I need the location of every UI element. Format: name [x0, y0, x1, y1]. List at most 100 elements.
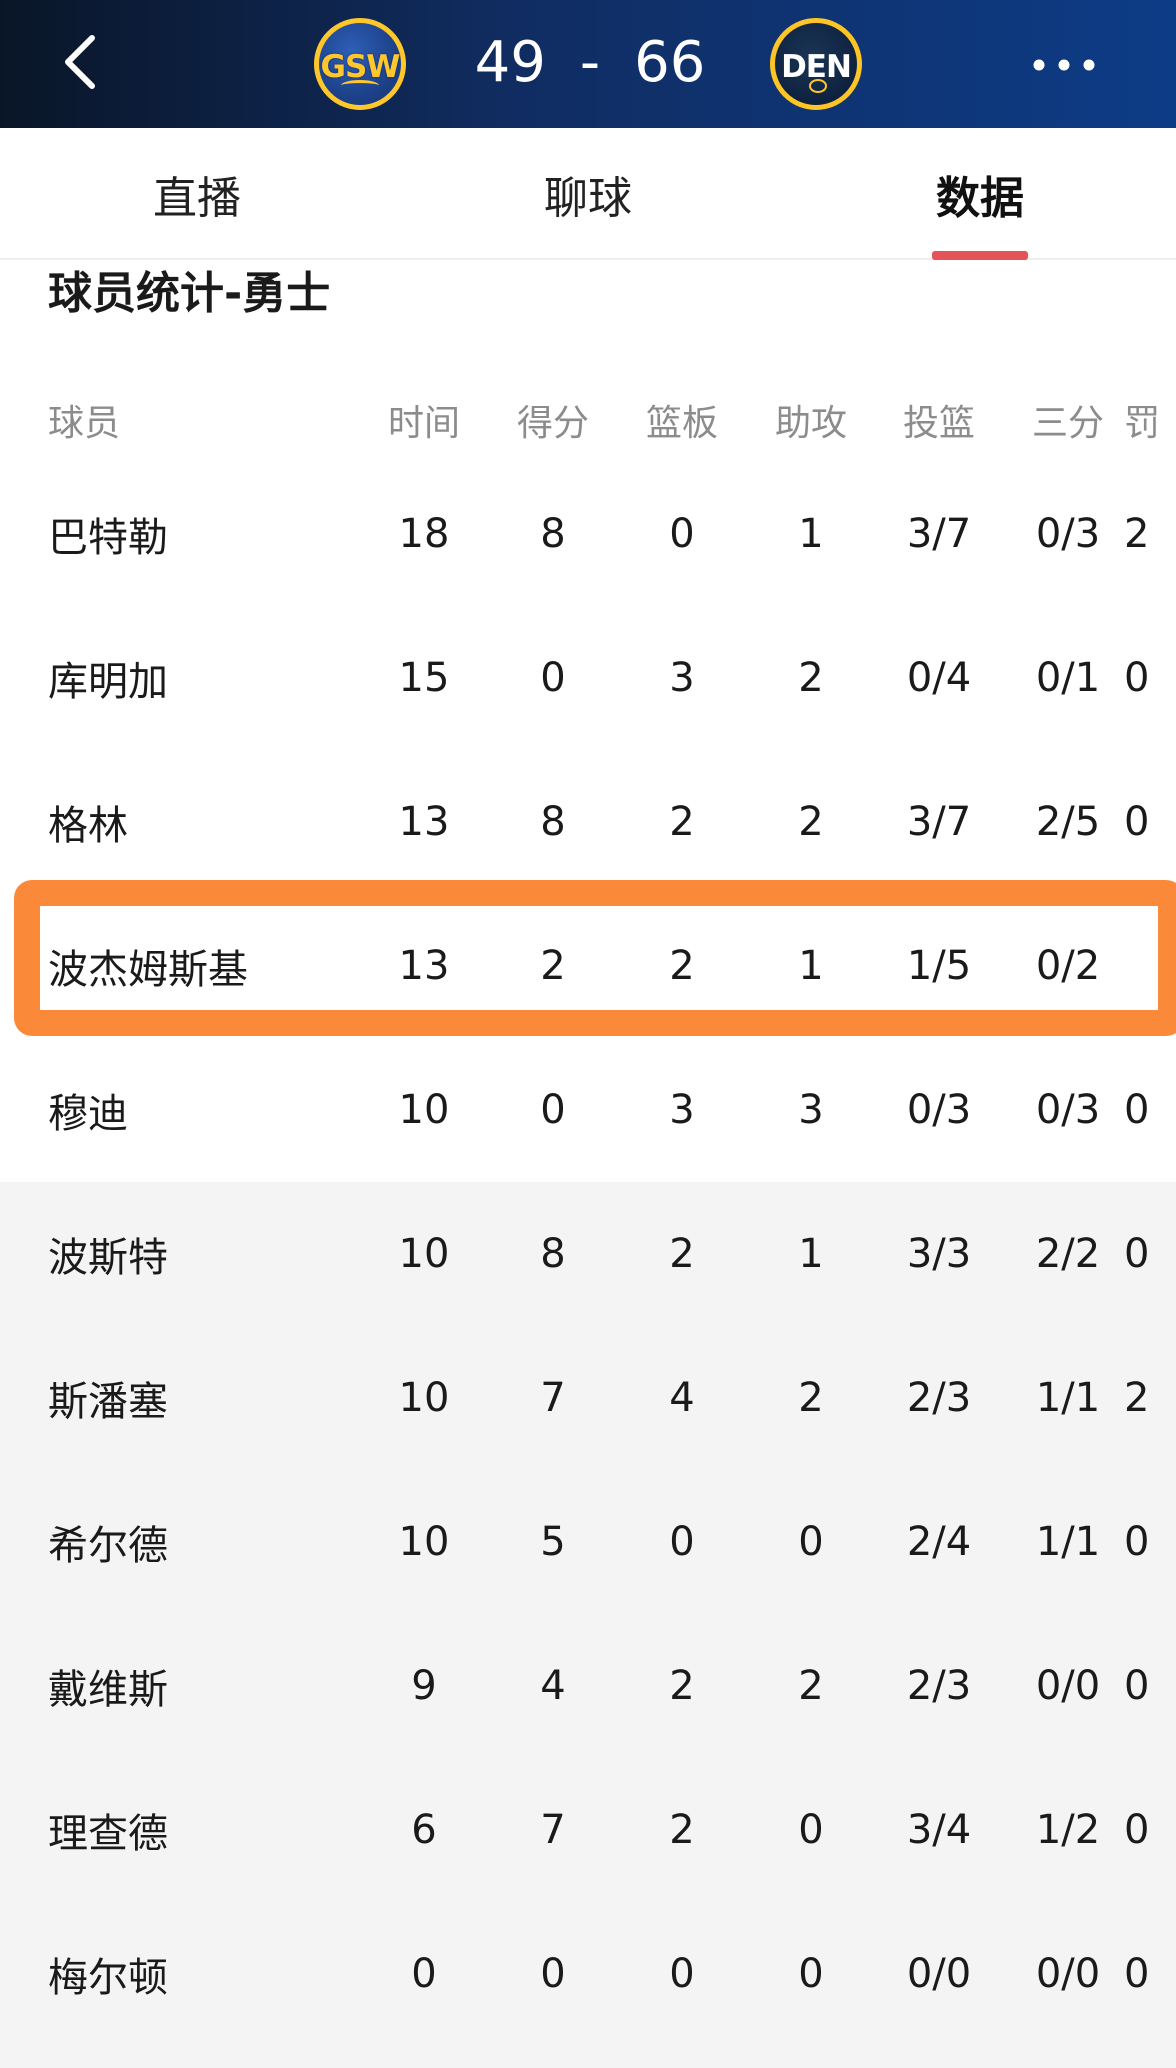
stat-minutes: 0	[411, 1951, 437, 1997]
player-name[interactable]: 穆迪	[48, 1038, 348, 1182]
stat-points: 0	[540, 1951, 566, 1997]
stat-assists: 2	[798, 655, 824, 701]
stat-field-goals: 2/3	[906, 1663, 972, 1709]
player-name[interactable]: 波杰姆斯基	[48, 894, 348, 1038]
stat-assists: 2	[798, 1663, 824, 1709]
player-name[interactable]: 梅尔顿	[48, 1902, 348, 2046]
app-screen: GSW 49 - 66 DEN 直播 聊球 数据 球员统计-勇士 球员 时间 得…	[0, 0, 1176, 2068]
player-name[interactable]: 斯潘塞	[48, 1326, 348, 1470]
stat-minutes: 10	[398, 1519, 450, 1565]
tab-bar: 直播 聊球 数据	[0, 128, 1176, 260]
stat-rebounds: 0	[669, 511, 695, 557]
stat-free-throws: 0	[1124, 1519, 1150, 1565]
stat-minutes: 10	[398, 1087, 450, 1133]
column-header-points[interactable]: 得分	[493, 384, 613, 456]
tab-live[interactable]: 直播	[97, 128, 297, 260]
stat-assists: 2	[798, 799, 824, 845]
game-header: GSW 49 - 66 DEN	[0, 0, 1176, 128]
column-header-assists[interactable]: 助攻	[751, 384, 871, 456]
stat-assists: 1	[798, 511, 824, 557]
stat-assists: 3	[798, 1087, 824, 1133]
stat-minutes: 9	[411, 1663, 437, 1709]
stat-rebounds: 2	[669, 799, 695, 845]
stat-free-throws: 0	[1124, 799, 1150, 845]
player-name[interactable]: 巴特勒	[48, 462, 348, 606]
tab-chat[interactable]: 聊球	[488, 128, 688, 260]
stat-minutes: 18	[398, 511, 450, 557]
stat-field-goals: 0/3	[906, 1087, 972, 1133]
table-row[interactable]: 巴特勒 18 8 0 1 3/7 0/3 2	[0, 462, 1176, 606]
stat-points: 2	[540, 943, 566, 989]
table-row[interactable]: 穆迪 10 0 3 3 0/3 0/3 0	[0, 1038, 1176, 1182]
table-row[interactable]: 戴维斯 9 4 2 2 2/3 0/0 0	[0, 1614, 1176, 1758]
table-row[interactable]: 格林 13 8 2 2 3/7 2/5 0	[0, 750, 1176, 894]
player-table-body: 巴特勒 18 8 0 1 3/7 0/3 2 库明加 15 0 3 2 0/4 0/1 0 格林 13 8 2 2 3/7…	[0, 462, 1176, 2046]
stat-points: 7	[540, 1375, 566, 1421]
stat-free-throws: 2	[1124, 1375, 1150, 1421]
back-button[interactable]	[40, 22, 120, 102]
column-header-field-goals[interactable]: 投篮	[879, 384, 999, 456]
player-name[interactable]: 希尔德	[48, 1470, 348, 1614]
stat-minutes: 6	[411, 1807, 437, 1853]
player-name[interactable]: 波斯特	[48, 1182, 348, 1326]
player-name[interactable]: 格林	[48, 750, 348, 894]
stat-three-pointers: 2/2	[1035, 1231, 1101, 1277]
tab-data[interactable]: 数据	[880, 128, 1080, 260]
table-row[interactable]: 波斯特 10 8 2 1 3/3 2/2 0	[0, 1182, 1176, 1326]
stat-three-pointers: 1/2	[1035, 1807, 1101, 1853]
stat-free-throws: 0	[1124, 1951, 1150, 1997]
stat-points: 8	[540, 799, 566, 845]
player-name[interactable]: 库明加	[48, 606, 348, 750]
stat-minutes: 13	[398, 943, 450, 989]
table-row[interactable]: 希尔德 10 5 0 0 2/4 1/1 0	[0, 1470, 1176, 1614]
stat-three-pointers: 0/2	[1035, 943, 1101, 989]
away-team-logo[interactable]: DEN	[770, 18, 862, 110]
bridge-icon	[341, 80, 379, 91]
away-score: 66	[634, 29, 706, 95]
column-header-minutes[interactable]: 时间	[364, 384, 484, 456]
stat-rebounds: 3	[669, 1087, 695, 1133]
stat-three-pointers: 0/0	[1035, 1951, 1101, 1997]
stat-three-pointers: 1/1	[1035, 1375, 1101, 1421]
home-team-logo[interactable]: GSW	[314, 18, 406, 110]
section-title: 球员统计-勇士	[48, 268, 331, 319]
stat-assists: 1	[798, 943, 824, 989]
stat-field-goals: 2/3	[906, 1375, 972, 1421]
stat-minutes: 10	[398, 1375, 450, 1421]
stat-rebounds: 3	[669, 655, 695, 701]
table-row[interactable]: 理查德 6 7 2 0 3/4 1/2 0	[0, 1758, 1176, 1902]
stat-points: 0	[540, 655, 566, 701]
column-header-player[interactable]: 球员	[48, 384, 348, 456]
stat-three-pointers: 2/5	[1035, 799, 1101, 845]
table-row[interactable]: 梅尔顿 0 0 0 0 0/0 0/0 0	[0, 1902, 1176, 2046]
stat-assists: 0	[798, 1951, 824, 1997]
stat-three-pointers: 0/3	[1035, 1087, 1101, 1133]
stat-field-goals: 3/7	[906, 799, 972, 845]
stat-free-throws: 0	[1124, 1087, 1150, 1133]
stat-rebounds: 2	[669, 943, 695, 989]
stat-points: 4	[540, 1663, 566, 1709]
column-header-three-pointers[interactable]: 三分	[1008, 384, 1128, 456]
stat-free-throws: 2	[1124, 511, 1150, 557]
stat-points: 5	[540, 1519, 566, 1565]
stat-assists: 0	[798, 1807, 824, 1853]
stat-free-throws: 0	[1124, 655, 1150, 701]
column-header-free-throws[interactable]: 罚	[1124, 384, 1176, 456]
stat-field-goals: 3/3	[906, 1231, 972, 1277]
column-header-rebounds[interactable]: 篮板	[622, 384, 742, 456]
table-row[interactable]: 斯潘塞 10 7 4 2 2/3 1/1 2	[0, 1326, 1176, 1470]
stat-minutes: 13	[398, 799, 450, 845]
stat-three-pointers: 1/1	[1035, 1519, 1101, 1565]
table-row-highlighted[interactable]: 波杰姆斯基 13 2 2 1 1/5 0/2	[0, 894, 1176, 1038]
stat-rebounds: 0	[669, 1951, 695, 1997]
stat-rebounds: 4	[669, 1375, 695, 1421]
table-row[interactable]: 库明加 15 0 3 2 0/4 0/1 0	[0, 606, 1176, 750]
player-name[interactable]: 戴维斯	[48, 1614, 348, 1758]
stat-field-goals: 0/4	[906, 655, 972, 701]
stat-three-pointers: 0/3	[1035, 511, 1101, 557]
stat-free-throws: 0	[1124, 1663, 1150, 1709]
stat-points: 0	[540, 1087, 566, 1133]
scoreboard: 49 - 66	[460, 22, 720, 102]
more-button[interactable]	[1024, 40, 1104, 90]
player-name[interactable]: 理查德	[48, 1758, 348, 1902]
